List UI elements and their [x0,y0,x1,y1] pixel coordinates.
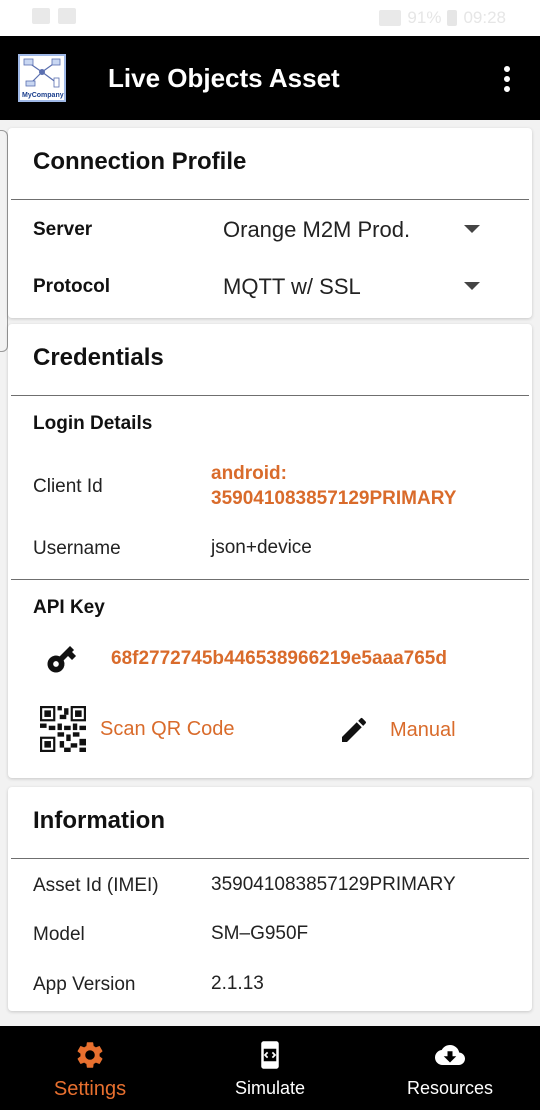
divider [11,395,529,396]
protocol-dropdown[interactable]: MQTT w/ SSL [223,274,361,300]
divider [11,199,529,200]
credentials-card: Credentials Login Details Client Id andr… [8,324,532,778]
nav-settings-label: Settings [53,1078,127,1100]
nav-resources[interactable]: Resources [360,1026,540,1110]
client-id-label: Client Id [33,476,103,497]
client-id-value-line1: android: [211,463,287,484]
missed-call-icon [58,8,76,24]
server-label: Server [33,219,93,240]
app-version-label: App Version [33,974,136,995]
connection-profile-title: Connection Profile [33,148,247,175]
status-bar: 91% 09:28 [0,0,540,36]
server-dropdown[interactable]: Orange M2M Prod. [223,217,410,243]
company-logo: MyCompany [18,54,66,102]
manual-label: Manual [390,718,456,741]
status-right: 91% 09:28 [379,8,506,28]
image-notification-icon [32,8,50,24]
credentials-title: Credentials [33,344,164,371]
api-key-value: 68f2772745b446538966219e5aaa765d [111,648,447,669]
asset-id-value: 359041083857129PRIMARY [211,874,456,895]
clock: 09:28 [463,8,506,27]
protocol-chevron-down-icon[interactable] [464,282,480,290]
model-value: SM–G950F [211,923,309,944]
drawer-edge-handle[interactable] [0,130,8,352]
battery-icon [447,10,458,26]
app-bar: MyCompany Live Objects Asset [0,36,540,120]
app-version-value: 2.1.13 [211,973,264,994]
login-details-label: Login Details [33,413,153,434]
asset-id-label: Asset Id (IMEI) [33,875,159,896]
server-chevron-down-icon[interactable] [464,225,480,233]
model-label: Model [33,924,85,945]
scan-qr-label: Scan QR Code [100,717,235,740]
divider [11,858,529,859]
signal-icon [379,10,402,26]
information-title: Information [33,807,165,834]
username-value: json+device [211,537,312,558]
connection-profile-card: Connection Profile Server Orange M2M Pro… [8,128,532,318]
logo-caption: MyCompany [22,92,64,99]
client-id-value-line2: 359041083857129PRIMARY [211,488,457,509]
nav-simulate-label: Simulate [234,1078,306,1098]
network-logo-icon [23,58,61,88]
divider [11,579,529,580]
api-key-label: API Key [33,597,105,618]
manual-button[interactable]: Manual [338,714,456,746]
nav-resources-label: Resources [406,1078,494,1098]
nav-settings[interactable]: Settings [0,1026,180,1110]
scan-qr-button[interactable]: Scan QR Code [40,706,235,752]
cloud-download-icon [435,1045,465,1065]
bottom-navigation: Settings Simulate Resources [0,1026,540,1110]
key-icon [47,645,77,673]
simulate-icon [261,1041,279,1069]
battery-percent: 91% [407,8,442,27]
status-left-icons [32,8,76,24]
information-card: Information Asset Id (IMEI) 359041083857… [8,787,532,1011]
app-title: Live Objects Asset [108,63,340,93]
gear-icon [77,1042,103,1068]
username-label: Username [33,538,121,559]
protocol-label: Protocol [33,276,111,297]
qr-code-icon [40,706,86,752]
pencil-icon [342,717,367,742]
more-vert-icon[interactable] [492,64,522,94]
nav-simulate[interactable]: Simulate [180,1026,360,1110]
